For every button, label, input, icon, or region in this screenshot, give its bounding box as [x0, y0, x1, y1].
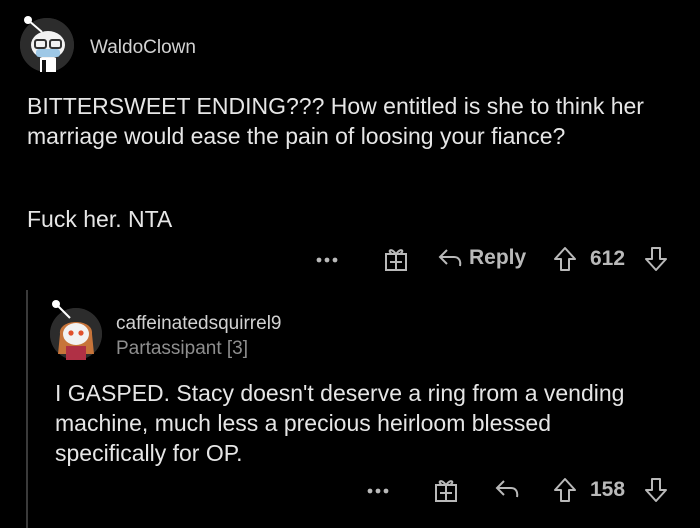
gift-icon [435, 480, 457, 502]
snoo-avatar-icon [20, 16, 74, 72]
downvote-button[interactable] [643, 476, 669, 504]
upvote-arrow-icon [554, 478, 576, 502]
comment-body-paragraph: Fuck her. NTA [27, 206, 173, 232]
more-options-button[interactable] [365, 479, 391, 503]
reply-arrow-icon [495, 480, 519, 498]
avatar[interactable] [50, 300, 102, 360]
upvote-button[interactable] [552, 245, 578, 273]
user-flair: Partassipant [3] [116, 338, 249, 359]
vote-score: 612 [590, 247, 626, 270]
more-dots-icon [316, 257, 338, 263]
upvote-button[interactable] [552, 476, 578, 504]
comment-actions: Reply 612 [0, 240, 700, 280]
award-button[interactable] [383, 245, 409, 273]
comment-body-paragraph: I GASPED. Stacy doesn't deserve a ring f… [55, 380, 625, 466]
more-options-button[interactable] [314, 248, 340, 272]
downvote-arrow-icon [645, 247, 667, 271]
reply-button[interactable]: Reply [437, 246, 526, 270]
downvote-arrow-icon [645, 478, 667, 502]
avatar[interactable] [20, 16, 74, 72]
comment-username[interactable]: WaldoClown [90, 37, 196, 59]
comment-body-paragraph: BITTERSWEET ENDING??? How entitled is sh… [27, 93, 644, 149]
snoo-avatar-icon [50, 300, 102, 360]
comment-actions: 158 [0, 474, 700, 514]
comment-username[interactable]: caffeinatedsquirrel9 [116, 313, 281, 335]
reply-arrow-icon [438, 249, 462, 267]
downvote-button[interactable] [643, 245, 669, 273]
more-dots-icon [367, 488, 389, 494]
gift-icon [385, 249, 407, 271]
upvote-arrow-icon [554, 247, 576, 271]
vote-score: 158 [590, 478, 626, 501]
reply-button[interactable] [494, 477, 520, 501]
reply-label: Reply [469, 246, 527, 269]
award-button[interactable] [433, 476, 459, 504]
